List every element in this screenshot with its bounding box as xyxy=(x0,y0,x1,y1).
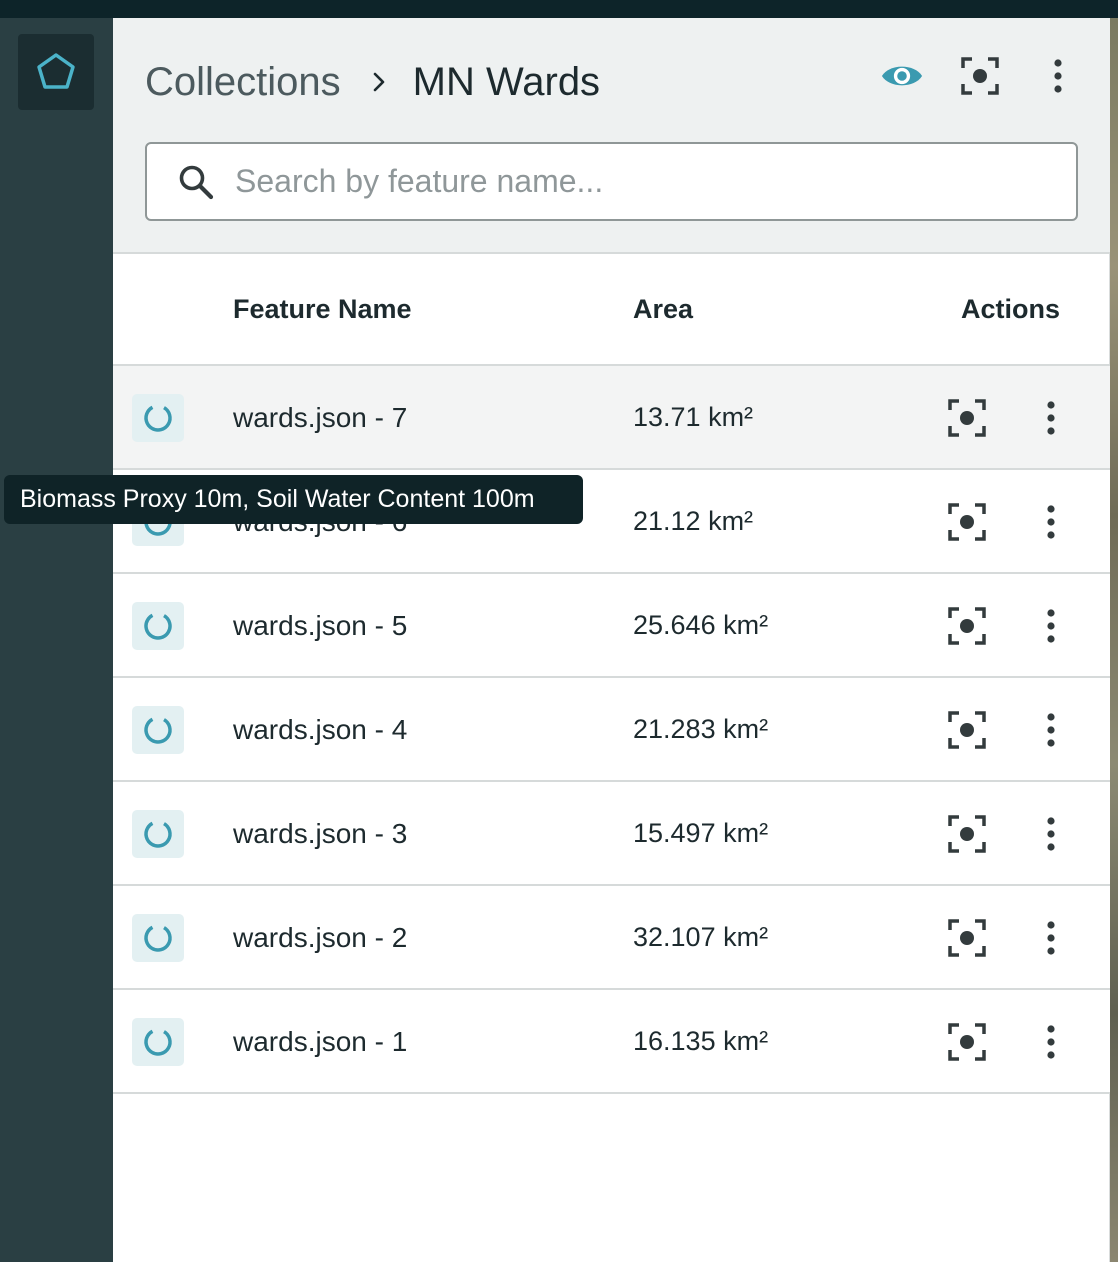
feature-menu-button[interactable] xyxy=(1033,918,1069,958)
loading-status-icon xyxy=(132,602,184,650)
feature-name[interactable]: wards.json - 3 xyxy=(233,818,407,850)
feature-area: 15.497 km² xyxy=(633,818,769,848)
zoom-to-feature-button[interactable] xyxy=(945,814,989,854)
column-header-actions: Actions xyxy=(960,294,1060,324)
collection-panel: Collections MN Wards Search by feature n… xyxy=(113,18,1110,1262)
zoom-to-feature-button[interactable] xyxy=(945,710,989,750)
window-top-bar xyxy=(0,0,1118,18)
feature-menu-button[interactable] xyxy=(1033,398,1069,438)
eye-icon xyxy=(881,66,923,86)
focus-frame-icon xyxy=(948,919,986,957)
focus-frame-icon xyxy=(948,1023,986,1061)
zoom-to-feature-button[interactable] xyxy=(945,1022,989,1062)
chevron-right-icon xyxy=(371,71,387,93)
visibility-toggle-button[interactable] xyxy=(880,54,924,98)
feature-menu-button[interactable] xyxy=(1033,606,1069,646)
kebab-menu-icon xyxy=(1047,505,1055,539)
collection-menu-button[interactable] xyxy=(1036,54,1080,98)
side-rail xyxy=(0,18,113,1262)
table-row[interactable]: wards.json - 5 25.646 km² xyxy=(113,574,1110,678)
feature-area: 21.12 km² xyxy=(633,506,754,536)
feature-menu-button[interactable] xyxy=(1033,710,1069,750)
feature-area: 16.135 km² xyxy=(633,1026,769,1056)
feature-name[interactable]: wards.json - 5 xyxy=(233,610,407,642)
table-row[interactable]: wards.json - 2 32.107 km² xyxy=(113,886,1110,990)
focus-frame-icon xyxy=(948,399,986,437)
kebab-menu-icon xyxy=(1047,921,1055,955)
loading-status-icon xyxy=(132,394,184,442)
feature-area: 25.646 km² xyxy=(633,610,769,640)
kebab-menu-icon xyxy=(1047,609,1055,643)
header-actions xyxy=(880,52,1080,100)
column-header-feature-name[interactable]: Feature Name xyxy=(233,294,412,325)
table-header: Feature Name Area Actions xyxy=(113,254,1110,366)
zoom-to-feature-button[interactable] xyxy=(945,918,989,958)
focus-frame-icon xyxy=(948,607,986,645)
zoom-to-feature-button[interactable] xyxy=(945,606,989,646)
focus-frame-icon xyxy=(948,815,986,853)
feature-name[interactable]: wards.json - 4 xyxy=(233,714,407,746)
table-row[interactable]: wards.json - 7 13.71 km² xyxy=(113,366,1110,470)
breadcrumb: Collections MN Wards xyxy=(145,54,600,110)
kebab-menu-icon xyxy=(1047,1025,1055,1059)
rail-logo-button[interactable] xyxy=(18,34,94,110)
feature-menu-button[interactable] xyxy=(1033,814,1069,854)
feature-area: 13.71 km² xyxy=(633,402,754,432)
feature-area: 32.107 km² xyxy=(633,922,769,952)
loading-status-icon xyxy=(132,914,184,962)
feature-name[interactable]: wards.json - 2 xyxy=(233,922,407,954)
focus-frame-icon xyxy=(948,503,986,541)
feature-name[interactable]: wards.json - 1 xyxy=(233,1026,407,1058)
kebab-menu-icon xyxy=(1047,817,1055,851)
table-row[interactable]: wards.json - 4 21.283 km² xyxy=(113,678,1110,782)
table-row[interactable]: wards.json - 1 16.135 km² xyxy=(113,990,1110,1094)
loading-status-icon xyxy=(132,1018,184,1066)
loading-status-icon xyxy=(132,706,184,754)
feature-area: 21.283 km² xyxy=(633,714,769,744)
kebab-menu-icon xyxy=(1054,59,1062,93)
loading-status-icon xyxy=(132,810,184,858)
search-box[interactable] xyxy=(145,142,1078,221)
feature-name[interactable]: wards.json - 7 xyxy=(233,402,407,434)
focus-frame-icon xyxy=(948,711,986,749)
pentagon-icon xyxy=(37,53,75,89)
search-icon xyxy=(177,163,215,201)
feature-menu-button[interactable] xyxy=(1033,502,1069,542)
search-input[interactable] xyxy=(235,163,1076,200)
zoom-to-collection-button[interactable] xyxy=(958,54,1002,98)
focus-frame-icon xyxy=(961,57,999,95)
panel-header: Collections MN Wards xyxy=(113,18,1110,254)
map-edge xyxy=(1110,18,1118,1262)
kebab-menu-icon xyxy=(1047,401,1055,435)
column-header-area[interactable]: Area xyxy=(633,294,693,325)
layers-tooltip: Biomass Proxy 10m, Soil Water Content 10… xyxy=(4,475,583,524)
table-row[interactable]: wards.json - 3 15.497 km² xyxy=(113,782,1110,886)
breadcrumb-collections-link[interactable]: Collections xyxy=(145,60,341,105)
zoom-to-feature-button[interactable] xyxy=(945,502,989,542)
zoom-to-feature-button[interactable] xyxy=(945,398,989,438)
kebab-menu-icon xyxy=(1047,713,1055,747)
feature-menu-button[interactable] xyxy=(1033,1022,1069,1062)
page-title: MN Wards xyxy=(412,59,601,104)
